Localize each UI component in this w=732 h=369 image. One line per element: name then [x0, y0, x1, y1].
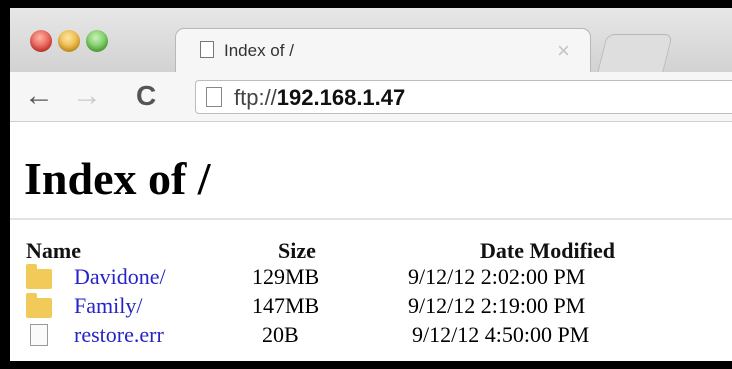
file-date: 9/12/12 2:19:00 PM: [408, 293, 586, 318]
tab-index[interactable]: Index of / ×: [175, 28, 591, 72]
file-icon: [30, 324, 48, 346]
page-content: Index of / Name Size Date Modified David…: [10, 122, 732, 361]
close-tab-icon[interactable]: ×: [557, 38, 570, 64]
file-date: 9/12/12 2:02:00 PM: [408, 264, 586, 289]
folder-icon: [26, 293, 52, 318]
forward-icon[interactable]: →: [72, 76, 102, 116]
column-header-name[interactable]: Name: [26, 238, 81, 264]
file-size: 129MB: [252, 264, 320, 289]
page-icon: [206, 87, 222, 107]
file-listing: Name Size Date Modified Davidone/ 129MB …: [10, 122, 732, 361]
file-date: 9/12/12 4:50:00 PM: [412, 322, 590, 347]
file-size: 147MB: [252, 293, 320, 318]
tab-bar: Index of / ×: [10, 8, 732, 73]
url-host: 192.168.1.47: [276, 85, 406, 110]
toolbar: ← → C ftp://192.168.1.47: [10, 72, 732, 122]
address-bar[interactable]: ftp://192.168.1.47: [195, 80, 732, 114]
minimize-window-button[interactable]: [58, 30, 80, 52]
tab-title: Index of /: [224, 41, 294, 60]
file-link[interactable]: Davidone/: [74, 264, 166, 290]
new-tab-button[interactable]: [597, 34, 673, 73]
file-size: 20B: [262, 322, 299, 347]
column-header-date[interactable]: Date Modified: [480, 238, 615, 264]
reload-icon[interactable]: C: [136, 76, 156, 116]
browser-window: Index of / × ← → C ftp://192.168.1.47 In…: [10, 8, 732, 361]
folder-icon: [26, 264, 52, 289]
url-scheme: ftp://: [234, 85, 277, 110]
close-window-button[interactable]: [30, 30, 52, 52]
page-icon: [200, 41, 214, 58]
column-header-size[interactable]: Size: [278, 238, 316, 264]
back-icon[interactable]: ←: [24, 76, 54, 116]
zoom-window-button[interactable]: [86, 30, 108, 52]
address-url[interactable]: ftp://192.168.1.47: [234, 85, 405, 111]
file-link[interactable]: Family/: [74, 293, 142, 319]
file-link[interactable]: restore.err: [74, 322, 164, 348]
